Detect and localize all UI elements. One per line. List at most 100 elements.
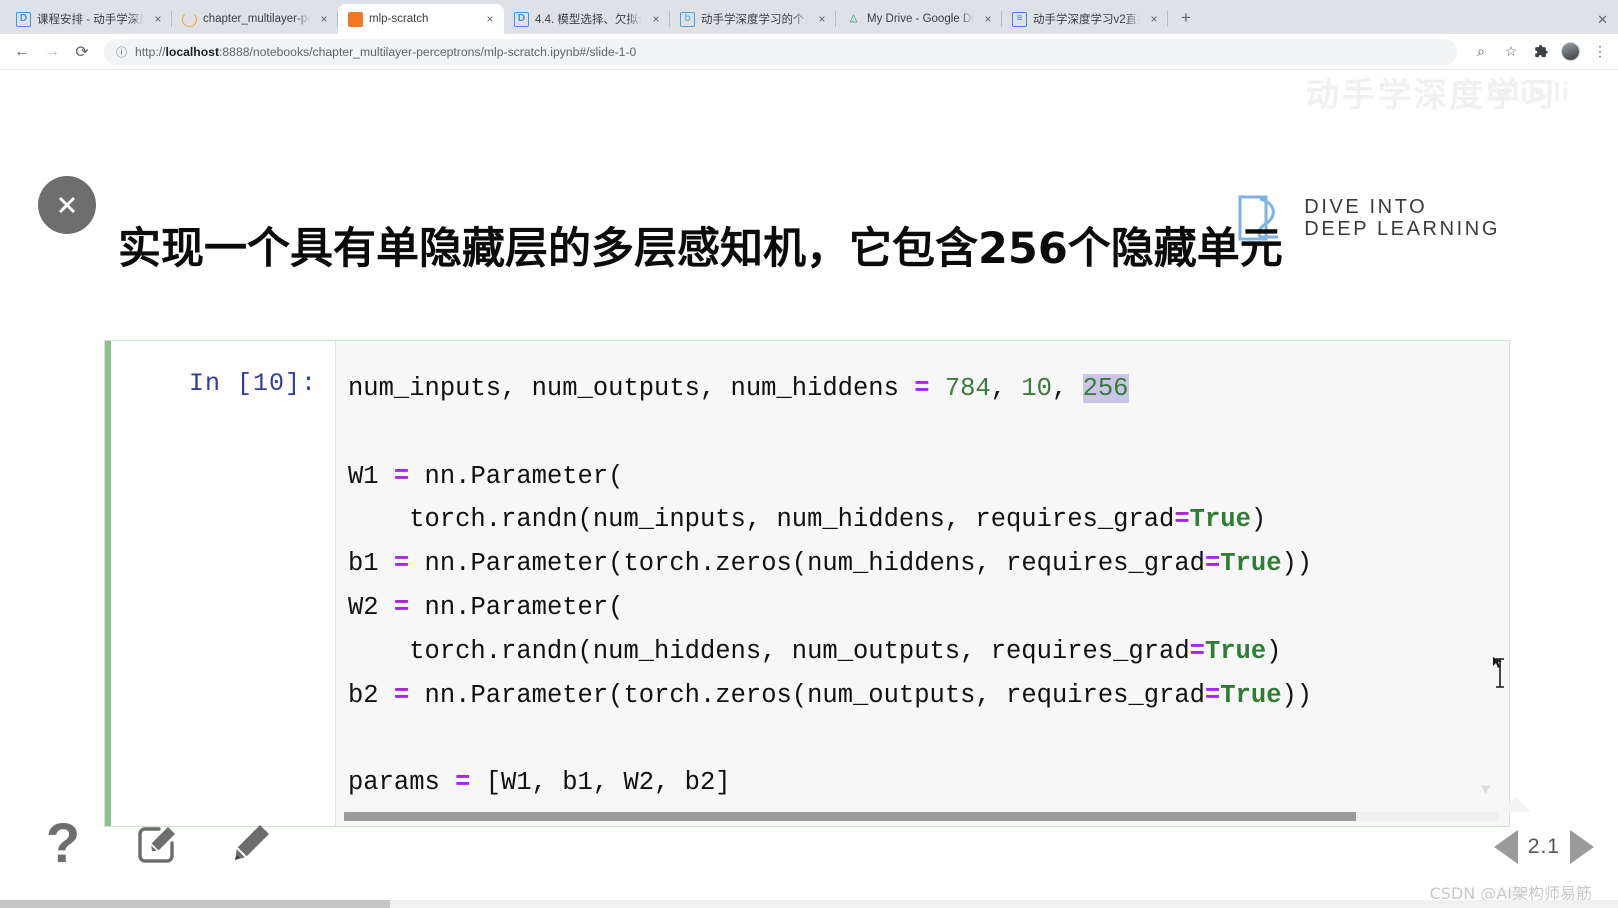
code-token: = xyxy=(1174,505,1190,535)
browser-tab-4[interactable]: b 动手学深度学习的个人空间 - 哔 × xyxy=(670,4,836,34)
code-line: W1 = nn.Parameter( xyxy=(348,455,1509,499)
code-token: , xyxy=(990,374,1022,403)
d2l-icon: D xyxy=(514,11,529,27)
code-token: True xyxy=(1220,549,1282,579)
site-info-icon[interactable]: ⓘ xyxy=(116,44,127,60)
code-token: True xyxy=(1220,680,1282,710)
code-token: num_inputs, num_outputs, num_hiddens xyxy=(348,374,915,403)
help-icon-glyph: ? xyxy=(45,811,81,874)
code-token: W2 xyxy=(348,592,394,622)
code-token: = xyxy=(393,680,410,710)
tab-title: My Drive - Google Drive xyxy=(867,13,974,25)
loading-spinner-icon xyxy=(182,11,197,27)
scrollbar-thumb[interactable] xyxy=(344,812,1356,821)
code-token: nn.Parameter( xyxy=(409,461,624,491)
code-line: b1 = nn.Parameter(torch.zeros(num_hidden… xyxy=(348,542,1509,586)
help-icon[interactable]: ? xyxy=(36,811,90,874)
tab-close-icon[interactable]: × xyxy=(1146,11,1162,27)
code-token: = xyxy=(393,549,410,579)
notebook-cell[interactable]: In [10]: num_inputs, num_outputs, num_hi… xyxy=(104,340,1510,827)
code-line: num_inputs, num_outputs, num_hiddens = 7… xyxy=(348,367,1509,411)
code-editor[interactable]: num_inputs, num_outputs, num_hiddens = 7… xyxy=(335,341,1509,826)
page-horizontal-scrollbar[interactable] xyxy=(0,900,1618,908)
code-token: = xyxy=(393,461,410,491)
code-token: True xyxy=(1189,505,1251,535)
code-line: params = [W1, b1, W2, b2] xyxy=(348,761,1509,805)
code-line: torch.randn(num_inputs, num_hiddens, req… xyxy=(348,498,1509,542)
jupyter-icon xyxy=(348,11,363,27)
cell-inner: In [10]: num_inputs, num_outputs, num_hi… xyxy=(111,341,1509,826)
cell-execution-prompt: In [10]: xyxy=(188,369,317,398)
nav-prev-arrow[interactable] xyxy=(1493,830,1518,864)
browser-toolbar: ← → ⟳ ⓘ http://localhost:8888/notebooks/… xyxy=(0,34,1618,70)
code-token: nn.Parameter(torch.zeros(num_outputs, re… xyxy=(409,680,1205,710)
bilibili-icon: b xyxy=(680,11,695,27)
tab-close-icon[interactable]: × xyxy=(150,11,166,27)
code-horizontal-scrollbar[interactable] xyxy=(336,812,1509,821)
slide-number: 2.1 xyxy=(1527,835,1560,858)
browser-tab-6[interactable]: ≡ 动手学深度学习v2直播问答 - Go × xyxy=(1002,4,1168,34)
tab-close-icon[interactable]: × xyxy=(814,11,830,27)
window-controls: ✕ xyxy=(1597,12,1614,34)
code-token: nn.Parameter( xyxy=(409,592,624,622)
code-token: ) xyxy=(1250,505,1267,535)
browser-tab-3[interactable]: D 4.4. 模型选择、欠拟合和过拟合 × xyxy=(504,4,670,34)
extensions-puzzle-icon[interactable] xyxy=(1531,42,1551,62)
tab-close-icon[interactable]: × xyxy=(316,11,332,27)
code-token: b2 xyxy=(348,680,394,710)
browser-tab-0[interactable]: D 课程安排 - 动手学深度学习课程 × xyxy=(6,4,172,34)
browser-tab-2-active[interactable]: mlp-scratch × xyxy=(338,4,504,34)
code-line: b2 = nn.Parameter(torch.zeros(num_output… xyxy=(348,674,1509,718)
tab-close-icon[interactable]: × xyxy=(482,11,498,27)
browser-tab-5[interactable]: △ My Drive - Google Drive × xyxy=(836,4,1002,34)
code-line: torch.randn(num_hiddens, num_outputs, re… xyxy=(348,630,1509,674)
window-close-icon[interactable]: ✕ xyxy=(1597,12,1608,28)
code-token: = xyxy=(1204,549,1221,579)
browser-tab-1[interactable]: chapter_multilayer-perceptron × xyxy=(172,4,338,34)
code-token: , xyxy=(1051,374,1083,403)
code-token: 10 xyxy=(1021,374,1052,403)
close-overlay-button[interactable] xyxy=(38,176,96,234)
tab-close-icon[interactable]: × xyxy=(980,11,996,27)
url-host: localhost xyxy=(165,44,220,59)
profile-avatar[interactable] xyxy=(1561,42,1580,61)
back-button[interactable]: ← xyxy=(8,38,36,66)
tab-title: 4.4. 模型选择、欠拟合和过拟合 xyxy=(535,11,642,27)
forward-button[interactable]: → xyxy=(38,38,66,66)
nav-up-arrow[interactable] xyxy=(1501,797,1531,812)
tab-title: 课程安排 - 动手学深度学习课程 xyxy=(37,11,144,27)
code-token: = xyxy=(914,374,930,403)
page-scrollbar-thumb[interactable] xyxy=(0,900,390,908)
code-token: 784 xyxy=(944,374,991,403)
bookmark-star-icon[interactable]: ☆ xyxy=(1501,42,1521,62)
code-token: True xyxy=(1204,636,1267,666)
cell-resize-caret-icon: ▼ xyxy=(1478,781,1493,798)
code-token: 256 xyxy=(1082,374,1129,403)
code-token: = xyxy=(1189,636,1205,666)
note-edit-icon[interactable] xyxy=(130,816,184,870)
tab-title: 动手学深度学习的个人空间 - 哔 xyxy=(701,11,808,27)
browser-menu-icon[interactable]: ⋮ xyxy=(1590,42,1610,62)
reload-button[interactable]: ⟳ xyxy=(68,38,96,66)
code-token: )) xyxy=(1281,680,1313,710)
browser-window: D 课程安排 - 动手学深度学习课程 × chapter_multilayer-… xyxy=(0,0,1618,908)
new-tab-button[interactable]: + xyxy=(1172,4,1200,32)
url-path: :8888/notebooks/chapter_multilayer-perce… xyxy=(219,44,637,59)
code-content: num_inputs, num_outputs, num_hiddens = 7… xyxy=(348,367,1509,805)
code-token: = xyxy=(393,592,410,622)
code-token: = xyxy=(1204,680,1221,710)
address-bar[interactable]: ⓘ http://localhost:8888/notebooks/chapte… xyxy=(104,38,1457,65)
toolbar-icons: ⌕ ☆ ⋮ xyxy=(1467,42,1610,62)
pencil-icon[interactable] xyxy=(224,816,278,870)
code-token: torch.randn(num_inputs, num_hiddens, req… xyxy=(348,505,1175,535)
code-token: [W1, b1, W2, b2] xyxy=(470,768,731,798)
code-token: nn.Parameter(torch.zeros(num_hiddens, re… xyxy=(409,549,1205,579)
nav-next-arrow[interactable] xyxy=(1570,830,1594,864)
tab-close-icon[interactable]: × xyxy=(648,11,664,27)
tab-title: 动手学深度学习v2直播问答 - Go xyxy=(1033,11,1140,27)
code-token: params xyxy=(348,768,456,798)
zoom-icon[interactable]: ⌕ xyxy=(1471,42,1491,62)
